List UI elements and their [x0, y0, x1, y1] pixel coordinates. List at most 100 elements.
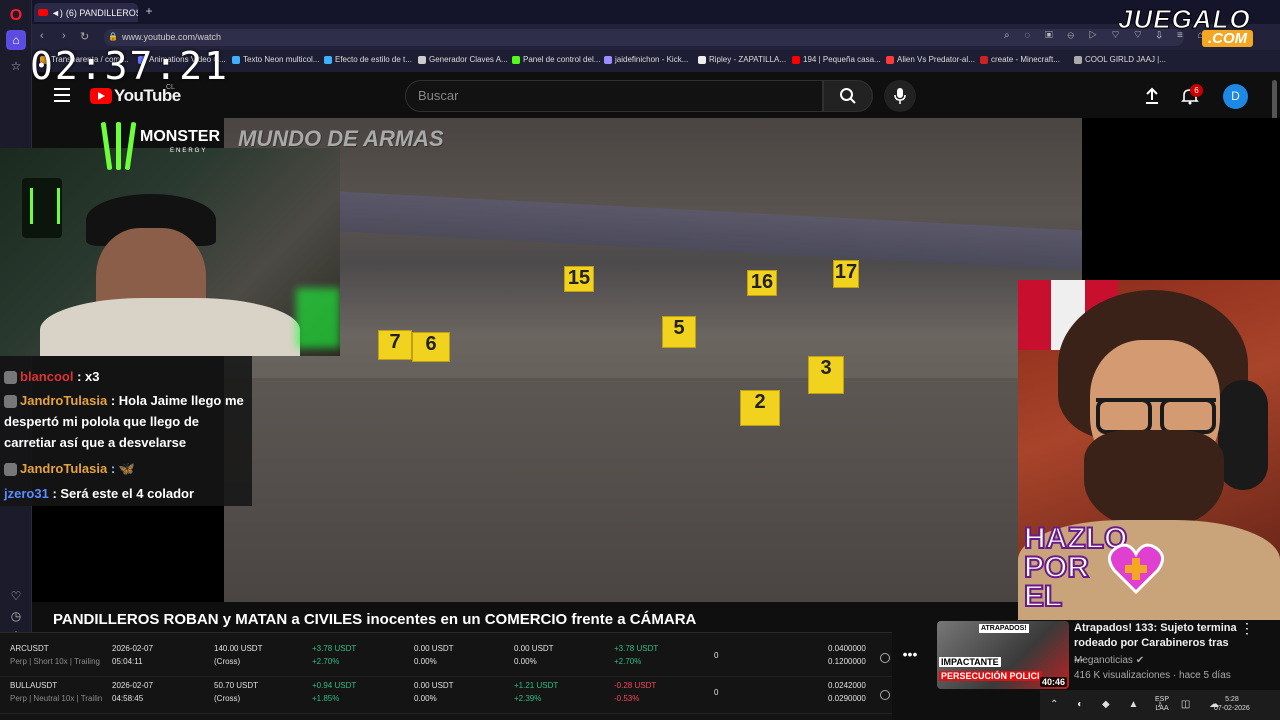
tab-youtube-active[interactable]: ◄) (6) PANDILLEROS ROB [34, 3, 138, 22]
trade-price: 0.0400000 [828, 644, 866, 653]
suggested-video-thumbnail[interactable]: ATRAPADOS! IMPACTANTE PERSECUCIÓN POLICI… [937, 621, 1069, 689]
overlay-black-area [32, 506, 224, 602]
language-indicator[interactable]: ESP LAA [1155, 695, 1169, 713]
close-position-icon[interactable] [880, 653, 890, 663]
glasses-icon [1096, 398, 1216, 434]
bookmark-item[interactable]: Ripley - ZAPATILLA... [698, 55, 786, 64]
bookmark-item[interactable]: Generador Claves A... [418, 55, 508, 64]
trade-value-pct: +2.39% [514, 694, 542, 703]
search-input[interactable]: Buscar [405, 80, 823, 112]
more-actions-button[interactable]: ••• [898, 647, 922, 664]
trade-value-pct: 0.00% [414, 657, 437, 666]
thumb-badge: IMPACTANTE [939, 657, 1001, 667]
suggested-video-channel[interactable]: Meganoticias ✔ [1074, 655, 1144, 666]
bookmark-item[interactable]: create - Minecraft... [980, 55, 1060, 64]
search-button[interactable] [823, 80, 873, 112]
thumb-badge: ATRAPADOS! [979, 624, 1029, 633]
trade-value: 0.00 USDT [414, 644, 454, 653]
chat-text: : 🦋 [110, 461, 135, 476]
forward-icon[interactable]: › [62, 30, 66, 42]
speaker-icon[interactable]: ◄) [51, 8, 63, 18]
system-tray-icons[interactable]: ⌃ ◐ ◆ ▲ ♪ ◫ ☁ [1050, 699, 1227, 710]
bookmark-item[interactable]: Panel de control del... [512, 55, 600, 64]
evidence-marker: 16 [747, 270, 777, 296]
stream-clock: 02:37:21 [30, 44, 230, 88]
trade-margin: 140.00 USDT [214, 644, 263, 653]
back-icon[interactable]: ‹ [40, 30, 44, 42]
trade-value-pct: 0.00% [414, 694, 437, 703]
microphone-icon [894, 88, 906, 104]
upload-icon [1146, 87, 1158, 104]
tab-strip [32, 0, 1280, 24]
chat-message: blancool : x3 [4, 366, 99, 387]
bookmark-item[interactable]: 194 | Pequeña casa... [792, 55, 881, 64]
home-icon[interactable]: ⌂ [6, 30, 26, 50]
bookmark-favicon-icon [886, 55, 894, 64]
video-player[interactable]: MUNDO DE ARMAS 15 16 17 7 6 5 3 2 [224, 118, 1082, 602]
chat-badge-icon [4, 463, 17, 477]
upload-button[interactable] [1142, 86, 1162, 106]
trade-date: 2026-02-07 [112, 681, 153, 690]
tab-title: (6) PANDILLEROS ROB [65, 7, 138, 18]
video-letterbox [1082, 118, 1280, 280]
account-avatar[interactable]: D [1223, 84, 1248, 109]
trade-pnl-pct: +1.85% [312, 694, 340, 703]
evidence-marker: 6 [412, 332, 450, 362]
opera-logo-icon[interactable]: O [6, 6, 26, 26]
voice-search-button[interactable] [884, 80, 916, 112]
menu-icon[interactable] [54, 88, 70, 102]
trade-total-pnl-pct: -0.53% [614, 694, 640, 703]
trade-desc: Perp | Short 10x | Trailing [10, 657, 100, 666]
video-scene-road [224, 378, 1082, 602]
heart-icon[interactable]: ♡ [6, 586, 26, 606]
trade-count: 0 [714, 651, 719, 660]
lock-icon[interactable]: 🔒 [108, 32, 118, 41]
monster-energy-logo: MONSTER ENERGY [98, 118, 222, 176]
juegalo-logo: JUEGALO .COM [1118, 4, 1278, 48]
chat-message: JandroTulasia : Hola Jaime llego me desp… [4, 390, 252, 453]
youtube-favicon-icon [38, 9, 48, 16]
trade-total-pnl: -0.28 USDT [614, 681, 657, 690]
monster-name: MONSTER [140, 128, 220, 145]
clock-tray[interactable]: 5:28 07-02-2026 [1214, 695, 1250, 713]
trade-pair: BULLAUSDT [10, 681, 58, 690]
trade-pair: ARCUSDT [10, 644, 49, 653]
bookmark-item[interactable]: Texto Neon multicol... [232, 55, 319, 64]
chat-username: jzero31 [4, 486, 49, 501]
bookmark-item[interactable]: jaidefinichon - Kick... [604, 55, 688, 64]
trade-price: 0.0290000 [828, 694, 866, 703]
juegalo-logo-com: .COM [1202, 30, 1254, 47]
avatar-beard [1084, 430, 1224, 530]
star-icon[interactable]: ☆ [6, 56, 26, 76]
bookmark-item[interactable]: Efecto de estilo de t... [324, 55, 412, 64]
youtube-logo-icon[interactable] [90, 88, 112, 104]
trade-value: 0.00 USDT [414, 681, 454, 690]
trade-margin-mode: (Cross) [214, 694, 241, 703]
trade-margin: 50.70 USDT [214, 681, 259, 690]
new-tab-button[interactable]: + [142, 4, 156, 18]
history-icon[interactable]: ◷ [6, 606, 26, 626]
streamer-shirt [40, 298, 300, 356]
bookmark-item[interactable]: COOL GIRLD JAAJ |... [1074, 55, 1166, 64]
chat-text: : x3 [77, 369, 100, 384]
chat-badge-icon [4, 371, 17, 385]
bookmark-item[interactable]: Alien Vs Predator-al... [886, 55, 975, 64]
trading-row[interactable]: BULLAUSDT Perp | Neutral 10x | Trailin 2… [0, 678, 892, 714]
headphones-icon [1218, 380, 1268, 490]
evidence-marker: 3 [808, 356, 844, 394]
search-icon [840, 88, 856, 104]
trade-price: 0.0242000 [828, 681, 866, 690]
trading-positions-panel: ARCUSDT Perp | Short 10x | Trailing 2026… [0, 632, 892, 720]
video-title: PANDILLEROS ROBAN y MATAN a CIVILES inoc… [53, 611, 697, 628]
trading-row[interactable]: ARCUSDT Perp | Short 10x | Trailing 2026… [0, 641, 892, 677]
close-position-icon[interactable] [880, 690, 890, 700]
heart-plus-icon [1108, 543, 1164, 594]
trade-value: +1.21 USDT [514, 681, 559, 690]
trade-desc: Perp | Neutral 10x | Trailin [10, 694, 103, 703]
thumb-badge: PERSECUCIÓN POLICI [939, 671, 1042, 681]
trade-total-pnl-pct: +2.70% [614, 657, 642, 666]
reload-icon[interactable]: ↻ [80, 30, 89, 43]
kebab-menu-icon[interactable]: ⋮ [1240, 620, 1254, 637]
chat-badge-icon [4, 395, 17, 409]
chat-text: : Será este el 4 colador [52, 486, 195, 501]
